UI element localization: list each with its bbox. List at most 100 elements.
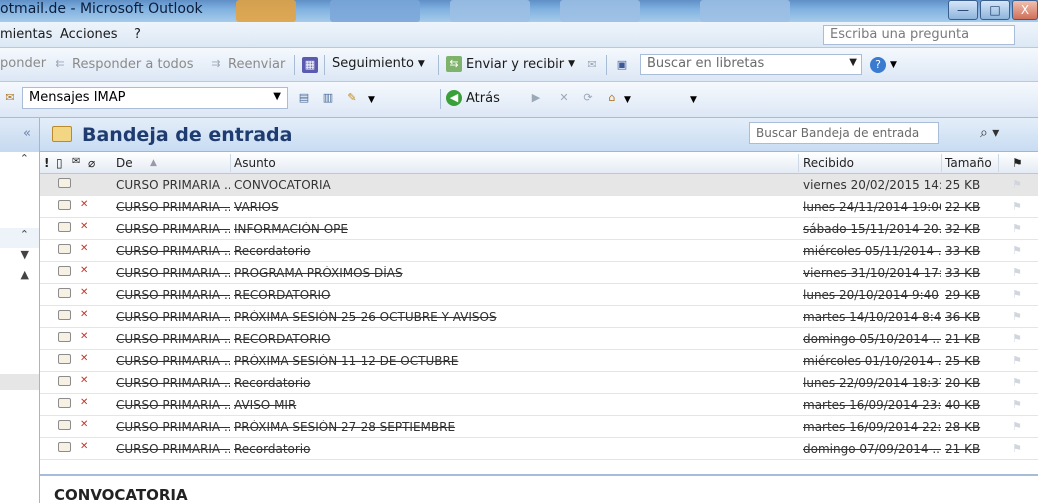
message-from: CURSO PRIMARIA ... xyxy=(116,288,230,302)
flag-icon[interactable]: ⚑ xyxy=(1012,288,1022,301)
importance-column-icon[interactable]: ! xyxy=(44,156,49,170)
column-received[interactable]: Recibido xyxy=(803,156,854,170)
reply-all-button[interactable]: ⇇ Responder a todos xyxy=(52,56,193,72)
flag-icon[interactable]: ⚑ xyxy=(1012,332,1022,345)
expand-icon[interactable]: ⌃ xyxy=(0,152,39,172)
followup-label: Seguimiento xyxy=(332,56,414,71)
message-row[interactable]: ✕ CURSO PRIMARIA ... RECORDATORIO lunes 20/… xyxy=(40,284,1038,306)
chevron-down-icon[interactable]: ▼ xyxy=(273,91,281,102)
message-size: 32 KB xyxy=(945,222,981,236)
reply-all-icon: ⇇ xyxy=(55,57,65,70)
message-row[interactable]: ✕ CURSO PRIMARIA ... PRÓXIMA SESIÓN 25-26 … xyxy=(40,306,1038,328)
message-from: CURSO PRIMARIA ... xyxy=(116,420,230,434)
address-book-icon[interactable]: ▣ xyxy=(614,57,630,73)
message-row[interactable]: ✕ CURSO PRIMARIA ... PROGRAMA PRÓXIMOS DÍA… xyxy=(40,262,1038,284)
taskbar-thumbnail-icon xyxy=(330,0,420,22)
message-size: 36 KB xyxy=(945,310,981,324)
address-book-search-input[interactable]: Buscar en libretas ▼ xyxy=(640,54,862,75)
toolbar-options-icon[interactable]: ▼ xyxy=(624,95,631,105)
toolbar-options-icon[interactable]: ▼ xyxy=(890,60,897,70)
flag-icon[interactable]: ⚑ xyxy=(1012,420,1022,433)
message-received: viernes 20/02/2015 14:... xyxy=(803,178,941,192)
send-receive-button[interactable]: ⇆ Enviar y recibir ▼ xyxy=(446,56,575,72)
back-label: Atrás xyxy=(466,90,500,106)
nav-selected-item[interactable] xyxy=(0,374,39,390)
send-receive-status-icon[interactable]: ✉ xyxy=(584,57,600,73)
window-title: otmail.de - Microsoft Outlook xyxy=(0,1,203,17)
column-from[interactable]: De xyxy=(116,156,133,170)
folder-title: Bandeja de entrada xyxy=(82,124,293,146)
rules-icon[interactable]: ✎ xyxy=(344,90,360,106)
scroll-up-icon[interactable]: ▲ xyxy=(0,268,39,288)
menu-help[interactable]: ? xyxy=(134,27,141,42)
flag-column-icon[interactable]: ⚑ xyxy=(1012,156,1023,170)
flag-icon[interactable]: ⚑ xyxy=(1012,178,1022,191)
expand-icon[interactable]: ⌃ xyxy=(0,228,39,248)
flag-icon[interactable]: ⚑ xyxy=(1012,398,1022,411)
column-size[interactable]: Tamaño xyxy=(945,156,992,170)
home-icon[interactable]: ⌂ xyxy=(604,90,620,106)
deleted-mark-icon: ✕ xyxy=(80,331,89,342)
menu-actions[interactable]: Acciones xyxy=(60,27,118,42)
maximize-button[interactable]: □ xyxy=(980,0,1010,20)
message-row[interactable]: ✕ CURSO PRIMARIA ... AVISO MIR martes 16/09… xyxy=(40,394,1038,416)
chevron-down-icon: ▼ xyxy=(417,58,425,69)
message-received: lunes 22/09/2014 18:37 xyxy=(803,376,941,390)
flag-icon[interactable]: ⚑ xyxy=(1012,200,1022,213)
inbox-search-input[interactable]: Buscar Bandeja de entrada xyxy=(749,122,939,144)
ask-question-input[interactable]: Escriba una pregunta xyxy=(823,25,1015,45)
help-icon[interactable]: ? xyxy=(870,57,886,73)
message-subject: PROGRAMA PRÓXIMOS DÍAS xyxy=(234,266,403,280)
message-row[interactable]: ✕ CURSO PRIMARIA ... PRÓXIMA SESIÓN 27-28 … xyxy=(40,416,1038,438)
message-row[interactable]: ✕ CURSO PRIMARIA ... VARIOS lunes 24/11/201… xyxy=(40,196,1038,218)
message-from: CURSO PRIMARIA ... xyxy=(116,376,230,390)
toolbar-options-icon[interactable]: ▼ xyxy=(368,95,375,105)
minimize-button[interactable]: — xyxy=(948,0,978,20)
forward-icon: ⇉ xyxy=(211,57,221,70)
forward-arrow-icon[interactable]: ▶ xyxy=(528,90,544,106)
flag-icon[interactable]: ⚑ xyxy=(1012,244,1022,257)
flag-icon[interactable]: ⚑ xyxy=(1012,222,1022,235)
message-row[interactable]: ✕ CURSO PRIMARIA ... RECORDATORIO domingo 0… xyxy=(40,328,1038,350)
column-subject[interactable]: Asunto xyxy=(234,156,276,170)
message-row[interactable]: ✕ CURSO PRIMARIA ... PRÓXIMA SESIÓN 11-12 … xyxy=(40,350,1038,372)
toolbar-separator xyxy=(438,55,439,75)
pane-icon[interactable]: ▥ xyxy=(320,90,336,106)
message-subject: VARIOS xyxy=(234,200,279,214)
flag-status-column-icon[interactable]: ✉ xyxy=(72,156,80,167)
search-icon[interactable]: ⌕ ▾ xyxy=(980,125,999,141)
stop-icon[interactable]: ✕ xyxy=(556,90,572,106)
followup-button[interactable]: Seguimiento ▼ xyxy=(332,56,425,71)
toolbar-options-icon[interactable]: ▼ xyxy=(690,95,697,105)
icon-column-icon[interactable]: ▯ xyxy=(56,156,63,170)
view-icon[interactable]: ▤ xyxy=(296,90,312,106)
message-row[interactable]: ✕ CURSO PRIMARIA ... Recordatorio miércoles… xyxy=(40,240,1038,262)
attachment-column-icon[interactable]: ⌀ xyxy=(88,156,95,170)
close-button[interactable]: X xyxy=(1012,0,1038,20)
mailbox-selector[interactable]: Mensajes IMAP ▼ xyxy=(22,87,288,109)
chevron-down-icon[interactable]: ▼ xyxy=(849,57,857,68)
collapse-nav-icon[interactable]: « xyxy=(0,118,39,152)
chevron-down-icon[interactable]: ▼ xyxy=(0,248,39,268)
message-row[interactable]: ✕ CURSO PRIMARIA ... INFORMACIÓN OPE sábado… xyxy=(40,218,1038,240)
back-button[interactable]: ◀ Atrás xyxy=(446,90,500,106)
categorize-icon[interactable]: ▦ xyxy=(302,57,318,73)
message-row[interactable]: ✕ CURSO PRIMARIA ... Recordatorio lunes 22/… xyxy=(40,372,1038,394)
reply-button[interactable]: ponder xyxy=(0,56,46,71)
flag-icon[interactable]: ⚑ xyxy=(1012,442,1022,455)
message-row[interactable]: ✕ CURSO PRIMARIA ... Recordatorio domingo 0… xyxy=(40,438,1038,460)
envelope-icon xyxy=(58,398,71,408)
refresh-icon[interactable]: ⟳ xyxy=(580,90,596,106)
toolbar-separator xyxy=(440,89,441,109)
menu-tools[interactable]: mientas xyxy=(0,27,52,42)
flag-icon[interactable]: ⚑ xyxy=(1012,354,1022,367)
message-row[interactable]: CURSO PRIMARIA ... CONVOCATORIA viernes 20… xyxy=(40,174,1038,196)
flag-icon[interactable]: ⚑ xyxy=(1012,376,1022,389)
forward-button[interactable]: ⇉ Reenviar xyxy=(208,56,285,72)
deleted-mark-icon: ✕ xyxy=(80,221,89,232)
flag-icon[interactable]: ⚑ xyxy=(1012,266,1022,279)
message-list: CURSO PRIMARIA ... CONVOCATORIA viernes 20… xyxy=(40,174,1038,474)
message-size: 33 KB xyxy=(945,244,981,258)
flag-icon[interactable]: ⚑ xyxy=(1012,310,1022,323)
message-from: CURSO PRIMARIA ... xyxy=(116,178,230,192)
